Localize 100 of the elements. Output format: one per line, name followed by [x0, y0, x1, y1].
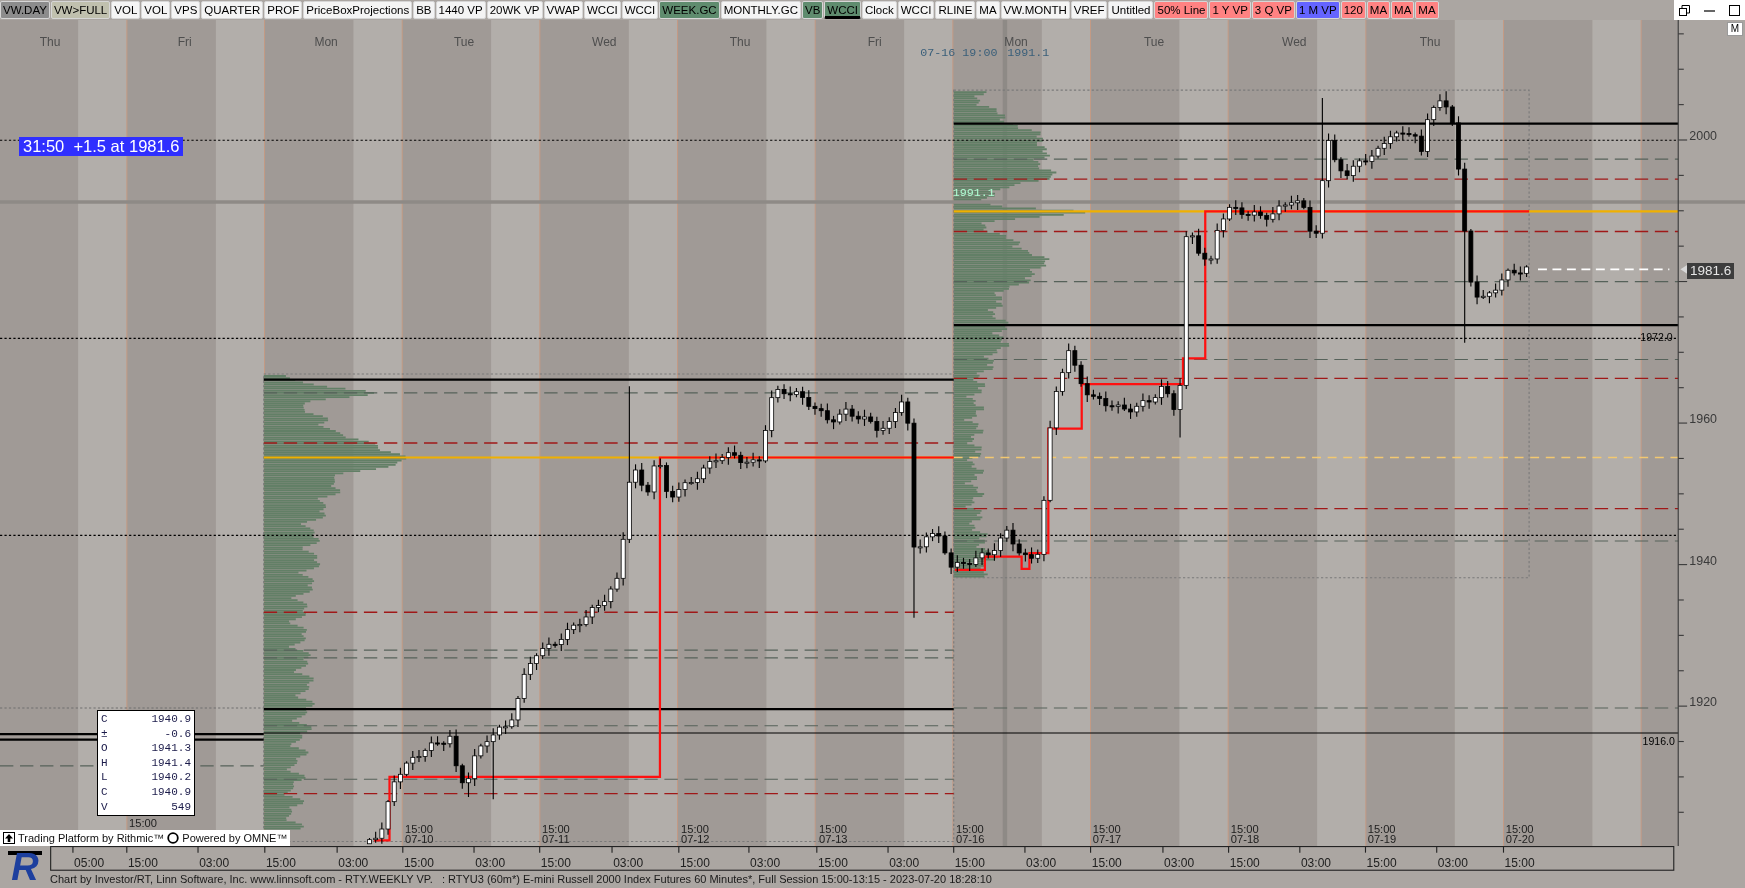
session-date-label: 07-20 — [1505, 832, 1535, 845]
session-date-label: 07-16 — [955, 832, 985, 845]
ohlc-value: 1940.9 — [150, 784, 191, 800]
price-axis-label: 1940 — [1689, 553, 1718, 568]
time-axis-label: 03:00 — [1300, 855, 1331, 870]
profile-price-label: 1991.1 — [952, 186, 995, 201]
ring-icon — [167, 832, 180, 844]
day-label: Thu — [729, 34, 751, 49]
indicator-button[interactable]: MONTHLY.GC — [720, 1, 801, 19]
session-date-label: 07-12 — [681, 832, 710, 845]
price-axis-label: 2000 — [1689, 129, 1718, 144]
ohlc-label: H — [101, 755, 108, 771]
indicator-button[interactable]: WCCI — [621, 1, 659, 19]
time-axis-label: 15:00 — [817, 855, 848, 870]
session-date-label: 07-19 — [1367, 832, 1397, 845]
indicator-button[interactable]: VREF — [1070, 1, 1108, 19]
time-axis-label: 03:00 — [889, 855, 920, 870]
indicator-button[interactable]: WCCI — [584, 1, 621, 19]
crosshair-time-label: 07-16 19:00 — [920, 45, 998, 60]
session-date-label: 07-10 — [405, 832, 434, 845]
time-axis-label: 15:00 — [265, 855, 296, 870]
ohlc-label: C — [101, 784, 108, 800]
indicator-button[interactable]: VW.DAY — [0, 1, 50, 19]
session-time-label: 15:00 — [1367, 822, 1396, 835]
session-time-label: 15:00 — [819, 822, 847, 835]
day-label: Mon — [314, 34, 338, 49]
maximize-icon[interactable] — [1729, 4, 1740, 16]
session-time-label: 15:00 — [1505, 822, 1534, 835]
session-date-label: 07-18 — [1230, 832, 1260, 845]
time-axis-label: 15:00 — [127, 855, 158, 870]
session-time-label: 15:00 — [541, 822, 570, 835]
ohlc-label: O — [101, 741, 108, 756]
time-axis-label: 03:00 — [1437, 855, 1468, 870]
session-date-label: 07-11 — [541, 832, 570, 845]
indicator-button[interactable]: VB — [802, 1, 824, 19]
indicator-button[interactable]: 20WK VP — [486, 1, 543, 19]
time-axis-label: 05:00 — [74, 855, 105, 870]
time-axis-label: 03:00 — [1164, 855, 1195, 870]
session-time-label: 15:00 — [681, 822, 709, 835]
time-axis-label: 15:00 — [679, 855, 710, 870]
time-axis-label: 03:00 — [613, 855, 644, 870]
day-label: Fri — [177, 34, 192, 49]
ohlc-label: C — [101, 712, 108, 727]
price-level-label: 1972.0 — [1640, 331, 1673, 344]
indicator-button[interactable]: WCCI — [824, 1, 861, 19]
time-axis-label: 15:00 — [540, 855, 571, 870]
status-bar-text: Chart by Investor/RT, Linn Software, Inc. www.linnsoft.com - RTY.WEEKLY VP. : RTYU3 (60m*) E-mini Russell 2000 Index Futures 60 Minutes*, Full Session 15:00-13:15 - 2023-07-20 18:28:10 — [50, 872, 993, 887]
indicator-button[interactable]: Untitled — [1108, 1, 1154, 19]
price-level-label: 1916.0 — [1642, 735, 1675, 748]
session-time-label: 15:00 — [1092, 822, 1121, 835]
indicator-button[interactable]: 50% Line — [1154, 1, 1209, 19]
time-axis-label: 03:00 — [338, 855, 369, 870]
time-axis-label: 15:00 — [1366, 855, 1397, 870]
day-label: Thu — [39, 34, 61, 49]
day-label: Fri — [867, 34, 882, 49]
indicator-button[interactable]: WEEK.GC — [659, 1, 720, 19]
indicator-button[interactable]: VW>FULL — [50, 1, 111, 19]
time-axis-label: 03:00 — [750, 855, 781, 870]
restore-window-icon[interactable] — [1679, 4, 1690, 16]
time-axis-label: 15:00 — [954, 855, 985, 870]
indicator-button[interactable]: 1440 VP — [435, 1, 486, 19]
indicator-button[interactable]: VWAP — [543, 1, 583, 19]
ohlc-value: 1941.4 — [150, 755, 191, 771]
time-axis-label: 03:00 — [475, 855, 506, 870]
session-date-label: 07-17 — [1092, 832, 1122, 845]
powered-by-text: Powered by OMNE™ — [182, 832, 288, 844]
indicator-button[interactable]: PriceBoxProjections — [303, 1, 413, 19]
indicator-button[interactable]: VOL — [111, 1, 141, 19]
indicator-button[interactable]: 1 Y VP — [1209, 1, 1251, 19]
indicator-button[interactable]: 3 Q VP — [1251, 1, 1295, 19]
time-axis-label: 03:00 — [1026, 855, 1057, 870]
ohlc-value: 1940.9 — [150, 712, 191, 727]
indicator-button[interactable]: VOL — [141, 1, 171, 19]
indicator-button[interactable]: RLINE — [935, 1, 976, 19]
indicator-button[interactable]: 1 M VP — [1295, 1, 1340, 19]
session-time-label: 15:00 — [1230, 822, 1259, 835]
indicator-button[interactable]: MA — [1391, 1, 1415, 19]
indicator-button[interactable]: MA — [976, 1, 1000, 19]
time-axis-label: 15:00 — [403, 855, 434, 870]
indicator-button[interactable]: Clock — [862, 1, 897, 19]
indicator-button[interactable]: VPS — [171, 1, 201, 19]
indicator-button[interactable]: WCCI — [897, 1, 935, 19]
day-label: Thu — [1419, 34, 1441, 49]
ohlc-label: L — [101, 770, 108, 785]
ohlc-label: V — [101, 799, 108, 815]
ohlc-label: ± — [101, 726, 108, 742]
day-label: Tue — [453, 34, 475, 49]
indicator-button[interactable]: PROF — [264, 1, 303, 19]
scale-mode-button[interactable]: M — [1727, 22, 1743, 36]
indicator-button[interactable]: QUARTER — [201, 1, 264, 19]
indicator-button[interactable]: BB — [413, 1, 435, 19]
indicator-button[interactable]: VW.MONTH — [1000, 1, 1070, 19]
day-label: Wed — [592, 34, 617, 49]
time-axis-label: 03:00 — [199, 855, 230, 870]
session-time-label: 15:00 — [405, 822, 433, 835]
indicator-button[interactable]: 120 — [1340, 1, 1366, 19]
indicator-button[interactable]: MA — [1366, 1, 1391, 19]
indicator-button[interactable]: MA — [1415, 1, 1439, 19]
countdown-badge: 31:50 +1.5 at 1981.6 — [19, 137, 184, 156]
ohlc-value: 1941.3 — [150, 741, 191, 756]
